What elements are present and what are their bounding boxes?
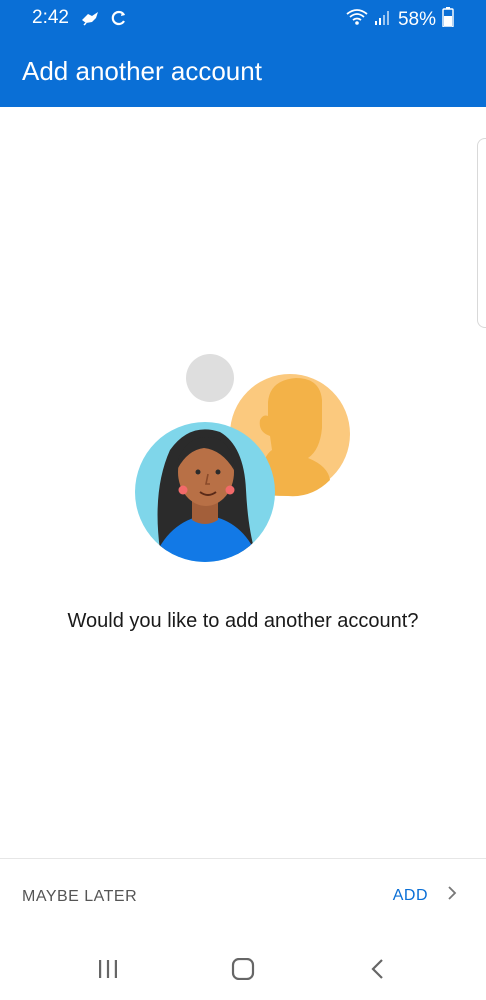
recent-apps-icon[interactable]: [90, 954, 126, 984]
maybe-later-button[interactable]: MAYBE LATER: [22, 888, 137, 906]
edge-panel-handle[interactable]: [477, 138, 486, 328]
notification-bird-icon: [80, 10, 100, 31]
sync-icon: [110, 9, 128, 32]
status-right: 58%: [346, 7, 454, 32]
accounts-illustration: [130, 350, 360, 570]
back-icon[interactable]: [360, 954, 396, 984]
chevron-right-icon: [446, 884, 458, 907]
add-account-prompt: Would you like to add another account?: [67, 610, 419, 632]
battery-icon: [442, 7, 454, 32]
status-notifications: [80, 9, 128, 32]
system-navigation-bar: [0, 938, 486, 1000]
home-icon[interactable]: [225, 954, 261, 984]
add-button[interactable]: ADD: [393, 884, 458, 907]
add-button-label: ADD: [392, 886, 428, 904]
page-title: Add another account: [22, 56, 262, 86]
app-header: 2:42 58% Add another account: [0, 0, 486, 107]
signal-icon: [374, 9, 392, 30]
battery-percent: 58%: [397, 8, 436, 30]
footer-divider: [0, 858, 486, 859]
status-bar: 2:42 58%: [0, 0, 486, 36]
status-time: 2:42: [32, 7, 69, 28]
wifi-icon: [346, 8, 368, 31]
